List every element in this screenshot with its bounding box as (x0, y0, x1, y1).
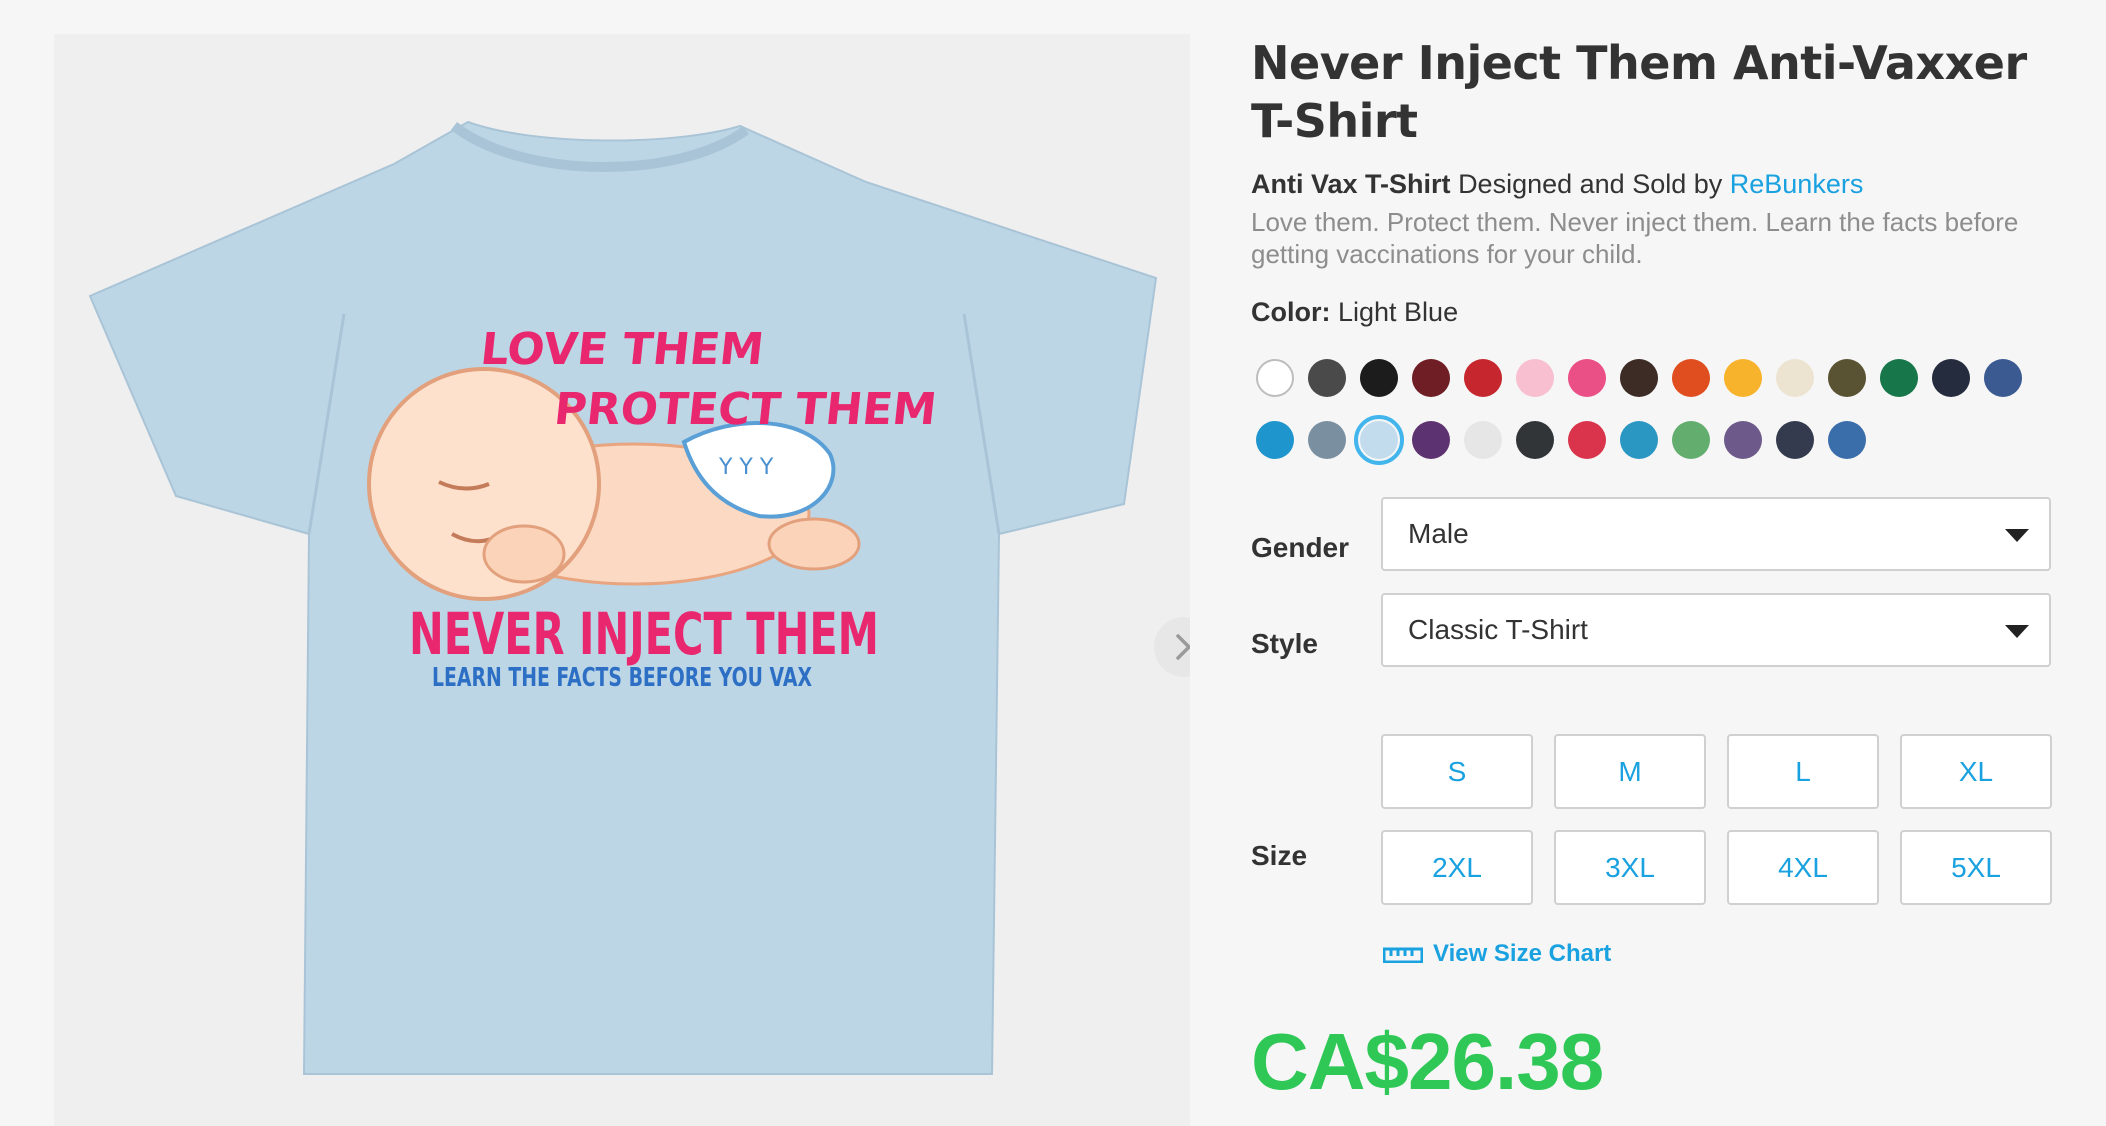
chevron-right-icon (1176, 634, 1190, 660)
size-row: Size (1251, 840, 1381, 872)
caret-down-icon (2005, 529, 2029, 542)
style-value: Classic T-Shirt (1408, 614, 1588, 645)
color-swatch[interactable] (1412, 421, 1450, 459)
color-swatch[interactable] (1256, 421, 1294, 459)
color-swatch[interactable] (1672, 359, 1710, 397)
color-swatch[interactable] (1828, 359, 1866, 397)
color-swatch[interactable] (1354, 415, 1404, 465)
designed-by-text: Designed and Sold by (1458, 169, 1723, 199)
product-type: Anti Vax T-Shirt (1251, 169, 1451, 199)
artist-link[interactable]: ReBunkers (1730, 169, 1864, 199)
style-row: Style Classic T-Shirt (1251, 593, 2051, 667)
color-swatch[interactable] (1464, 421, 1502, 459)
ruler-icon (1383, 947, 1423, 963)
design-line-3: NEVER INJECT THEM (409, 600, 879, 668)
gender-select[interactable]: Male (1381, 497, 2051, 571)
color-swatch[interactable] (1724, 421, 1762, 459)
style-label: Style (1251, 628, 1318, 659)
product-info: Never Inject Them Anti-Vaxxer T-Shirt An… (1251, 34, 2061, 1126)
design-line-2: PROTECT THEM (552, 384, 939, 435)
gender-value: Male (1408, 518, 1469, 549)
design-line-1: LOVE THEM (478, 324, 766, 375)
color-swatch[interactable] (1776, 359, 1814, 397)
size-option-l[interactable]: L (1727, 734, 1879, 809)
color-swatch[interactable] (1776, 421, 1814, 459)
color-label-row: Color: Light Blue (1251, 294, 2061, 330)
color-swatches (1251, 354, 2061, 465)
view-size-chart-link[interactable]: View Size Chart (1383, 940, 1611, 968)
color-swatch[interactable] (1464, 359, 1502, 397)
color-swatch[interactable] (1308, 421, 1346, 459)
view-size-chart-label: View Size Chart (1433, 940, 1612, 967)
color-swatch[interactable] (1412, 359, 1450, 397)
color-swatch[interactable] (1620, 359, 1658, 397)
color-swatch[interactable] (1256, 359, 1294, 397)
size-option-xl[interactable]: XL (1900, 734, 2052, 809)
gender-label: Gender (1251, 532, 1350, 563)
product-title: Never Inject Them Anti-Vaxxer T-Shirt (1251, 36, 2027, 148)
color-swatch[interactable] (1932, 359, 1970, 397)
color-swatch[interactable] (1880, 359, 1918, 397)
selected-color-name: Light Blue (1338, 297, 1459, 327)
size-label: Size (1251, 840, 1308, 871)
size-options: S M L XL 2XL 3XL 4XL 5XL (1381, 734, 2052, 905)
size-option-2xl[interactable]: 2XL (1381, 830, 1533, 905)
color-swatch[interactable] (1568, 359, 1606, 397)
color-swatch[interactable] (1724, 359, 1762, 397)
product-price: CA$26.38 (1251, 1017, 1604, 1106)
color-swatch[interactable] (1620, 421, 1658, 459)
color-swatch[interactable] (1360, 359, 1398, 397)
size-option-m[interactable]: M (1554, 734, 1706, 809)
size-option-s[interactable]: S (1381, 734, 1533, 809)
color-swatch[interactable] (1828, 421, 1866, 459)
style-select[interactable]: Classic T-Shirt (1381, 593, 2051, 667)
gender-row: Gender Male (1251, 497, 2051, 571)
size-option-4xl[interactable]: 4XL (1727, 830, 1879, 905)
byline: Anti Vax T-Shirt Designed and Sold by Re… (1251, 166, 2061, 202)
tshirt-image: Y Y Y LOVE THEM PROTECT THEM NEVER INJEC… (88, 120, 1158, 1075)
product-description: Love them. Protect them. Never inject th… (1251, 207, 2019, 269)
color-swatch[interactable] (1984, 359, 2022, 397)
color-swatch[interactable] (1568, 421, 1606, 459)
caret-down-icon (2005, 625, 2029, 638)
color-swatch[interactable] (1516, 421, 1554, 459)
color-swatch[interactable] (1308, 359, 1346, 397)
color-swatch[interactable] (1672, 421, 1710, 459)
color-swatch[interactable] (1516, 359, 1554, 397)
size-option-5xl[interactable]: 5XL (1900, 830, 2052, 905)
svg-text:Y Y Y: Y Y Y (718, 455, 774, 480)
design-line-4: LEARN THE FACTS BEFORE YOU VAX (432, 663, 812, 693)
size-option-3xl[interactable]: 3XL (1554, 830, 1706, 905)
color-label: Color: (1251, 297, 1331, 327)
product-image-panel: Y Y Y LOVE THEM PROTECT THEM NEVER INJEC… (54, 34, 1190, 1126)
